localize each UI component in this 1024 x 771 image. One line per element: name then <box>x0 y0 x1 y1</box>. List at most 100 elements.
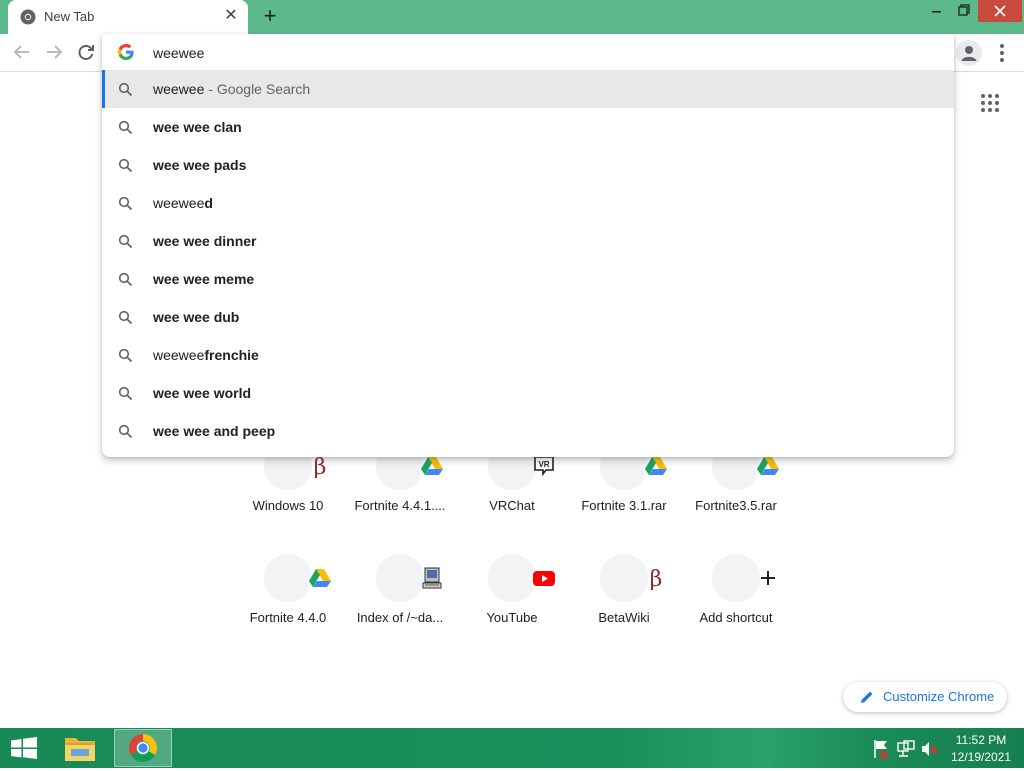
search-icon <box>118 272 133 287</box>
network-icon <box>897 740 915 757</box>
search-icon <box>118 158 133 173</box>
close-icon <box>994 5 1006 17</box>
suggestion-text-part: - Google Search <box>204 81 311 97</box>
suggestion-text: wee wee meme <box>153 271 254 287</box>
windows-start-icon[interactable] <box>10 737 38 759</box>
youtube-icon <box>532 566 556 590</box>
suggestion-text: wee wee pads <box>153 157 246 173</box>
search-icon <box>118 424 133 439</box>
person-icon <box>961 46 977 61</box>
taskbar-clock-time[interactable]: 11:52 PM <box>940 733 1022 747</box>
shortcut-tile[interactable]: Fortnite 4.4.0 <box>232 554 344 654</box>
more-vert-icon[interactable] <box>992 41 1012 65</box>
shortcut-icon-bg <box>376 554 442 602</box>
shortcut-icon-bg <box>488 554 555 602</box>
reload-icon[interactable] <box>72 38 100 66</box>
omnibox-suggestion[interactable]: weeweefrenchie <box>102 336 954 374</box>
taskbar-clock-date[interactable]: 12/19/2021 <box>940 750 1022 764</box>
suggestion-text: weewee - Google Search <box>153 81 310 97</box>
new-tab-button[interactable]: + <box>258 5 282 29</box>
system-tray <box>870 736 940 762</box>
shortcut-tile[interactable]: Fortnite3.5.rar <box>680 442 792 542</box>
shortcut-tile[interactable]: Fortnite 4.4.1.... <box>344 442 456 542</box>
suggestion-text-part: weewee <box>153 347 205 363</box>
search-icon <box>118 234 133 249</box>
suggestion-text-part: wee wee meme <box>153 271 255 287</box>
suggestion-text: weeweed <box>153 195 213 211</box>
restore-icon <box>958 4 970 16</box>
shortcut-label: Add shortcut <box>699 610 773 625</box>
search-icon <box>118 386 133 401</box>
omnibox-dropdown: weewee weewee - Google Search wee wee cla… <box>102 34 954 457</box>
shortcut-tile[interactable]: VR VRChat <box>456 442 568 542</box>
minimize-icon <box>932 11 941 13</box>
computer-icon <box>420 566 444 590</box>
omnibox-suggestion[interactable]: weeweed <box>102 184 954 222</box>
vrchat-icon: VR <box>532 454 556 478</box>
suggestion-text-part: wee wee world <box>153 385 252 401</box>
omnibox-suggestion[interactable]: wee wee pads <box>102 146 954 184</box>
shortcut-icon-bg <box>712 554 775 602</box>
shortcut-icon-bg <box>264 554 331 602</box>
volume-muted-icon <box>922 742 938 756</box>
tab-title: New Tab <box>44 9 95 24</box>
shortcut-icon-bg: β <box>600 554 662 602</box>
back-arrow-icon[interactable] <box>8 38 36 66</box>
window-close-button[interactable] <box>978 0 1022 22</box>
suggestion-text-part: wee wee clan <box>153 119 242 135</box>
suggestion-text: wee wee dub <box>153 309 239 325</box>
omnibox-suggestion[interactable]: weewee - Google Search <box>102 70 954 108</box>
omnibox-suggestion[interactable]: wee wee dinner <box>102 222 954 260</box>
search-icon <box>118 120 133 135</box>
suggestion-text: wee wee and peep <box>153 423 275 439</box>
shortcut-label: VRChat <box>489 498 535 513</box>
shortcut-label: Fortnite3.5.rar <box>695 498 777 513</box>
suggestion-text-part: wee wee dinner <box>153 233 257 249</box>
shortcut-label: BetaWiki <box>598 610 650 625</box>
shortcut-label: Fortnite 4.4.1.... <box>354 498 446 513</box>
tab-close-icon[interactable]: ✕ <box>221 6 241 26</box>
shortcut-tile[interactable]: Fortnite 3.1.rar <box>568 442 680 542</box>
plus-icon <box>756 566 780 590</box>
forward-arrow-icon[interactable] <box>40 38 68 66</box>
shortcut-label: Windows 10 <box>252 498 324 513</box>
suggestion-text-part: weewee <box>153 81 205 97</box>
google-apps-icon[interactable] <box>980 93 1000 113</box>
suggestion-text: weeweefrenchie <box>153 347 259 363</box>
shortcut-tile[interactable]: β BetaWiki <box>568 554 680 654</box>
shortcut-label: YouTube <box>486 610 538 625</box>
profile-button[interactable] <box>956 40 982 66</box>
omnibox-suggestion[interactable]: wee wee dub <box>102 298 954 336</box>
omnibox-suggestion[interactable]: wee wee meme <box>102 260 954 298</box>
tray-icons <box>874 740 938 760</box>
shortcut-tile[interactable]: β Windows 10 <box>232 442 344 542</box>
suggestion-text: wee wee clan <box>153 119 242 135</box>
omnibox-input[interactable]: weewee <box>153 45 204 61</box>
google-drive-icon <box>308 566 332 590</box>
shortcut-label: Index of /~da... <box>356 610 444 625</box>
chrome-favicon-icon <box>20 9 36 25</box>
svg-text:β: β <box>314 455 327 478</box>
shortcut-tile[interactable]: Add shortcut <box>680 554 792 654</box>
shortcut-label: Fortnite 3.1.rar <box>581 498 667 513</box>
tab-new-tab[interactable]: New Tab ✕ <box>8 0 248 34</box>
omnibox-suggestion[interactable]: wee wee and peep <box>102 412 954 450</box>
shortcut-tile[interactable]: Index of /~da... <box>344 554 456 654</box>
betawiki-icon: β <box>308 454 332 480</box>
file-explorer-icon[interactable] <box>58 730 102 766</box>
suggestion-text-part: weewee <box>153 195 205 211</box>
shortcut-tile[interactable]: YouTube <box>456 554 568 654</box>
customize-chrome-button[interactable]: Customize Chrome <box>843 682 1007 712</box>
minimize-button[interactable] <box>922 0 950 22</box>
taskbar-chrome-button[interactable] <box>114 729 172 767</box>
omnibox-suggestion[interactable]: wee wee world <box>102 374 954 412</box>
search-icon <box>118 196 133 211</box>
suggestion-text-part: wee wee and peep <box>153 423 276 439</box>
suggestion-text-part: d <box>204 195 213 211</box>
suggestion-text: wee wee dinner <box>153 233 256 249</box>
restore-button[interactable] <box>950 0 978 22</box>
svg-text:VR: VR <box>538 460 549 469</box>
suggestion-text: wee wee world <box>153 385 251 401</box>
omnibox-suggestion[interactable]: wee wee clan <box>102 108 954 146</box>
search-icon <box>118 310 133 325</box>
